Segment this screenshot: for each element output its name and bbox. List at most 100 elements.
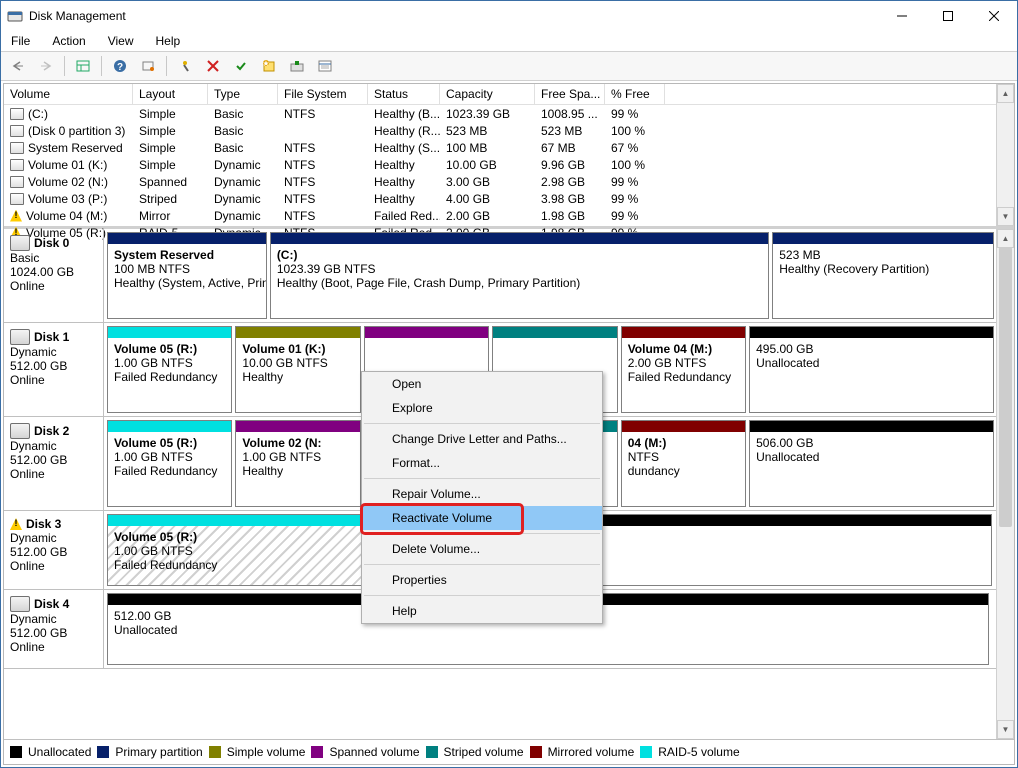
disk-icon — [10, 235, 30, 251]
settings-button[interactable] — [135, 54, 161, 78]
column-header[interactable]: Layout — [133, 84, 208, 104]
volume-row[interactable]: (Disk 0 partition 3)SimpleBasicHealthy (… — [4, 122, 1014, 139]
volume-name: Volume 02 (N:) — [28, 175, 108, 189]
volume-row[interactable]: Volume 02 (N:)SpannedDynamicNTFSHealthy3… — [4, 173, 1014, 190]
partition[interactable]: Volume 02 (N:1.00 GB NTFSHealthy — [235, 420, 360, 507]
attach-vhd-button[interactable] — [284, 54, 310, 78]
context-menu-item[interactable]: Delete Volume... — [362, 537, 602, 561]
volume-row[interactable]: (C:)SimpleBasicNTFSHealthy (B...1023.39 … — [4, 105, 1014, 122]
legend-swatch — [530, 746, 542, 758]
scroll-down-icon[interactable]: ▼ — [997, 207, 1014, 226]
context-menu-item[interactable]: Format... — [362, 451, 602, 475]
volume-list-scrollbar[interactable]: ▲ ▼ — [996, 84, 1014, 226]
scroll-up-icon[interactable]: ▲ — [997, 84, 1014, 103]
context-menu-item[interactable]: Help — [362, 599, 602, 623]
drive-icon — [10, 176, 24, 188]
forward-button[interactable] — [33, 54, 59, 78]
close-button[interactable] — [971, 1, 1017, 31]
disk-header[interactable]: Disk 4Dynamic512.00 GBOnline — [4, 590, 104, 668]
disk-map-scrollbar[interactable]: ▲ ▼ — [996, 229, 1014, 739]
delete-button[interactable] — [200, 54, 226, 78]
volume-name: (Disk 0 partition 3) — [28, 124, 125, 138]
partition-color-cap — [622, 327, 745, 338]
maximize-button[interactable] — [925, 1, 971, 31]
context-menu-item[interactable]: Explore — [362, 396, 602, 420]
column-header[interactable]: File System — [278, 84, 368, 104]
partition[interactable]: Volume 05 (R:)1.00 GB NTFSFailed Redunda… — [107, 420, 232, 507]
legend-label: Simple volume — [227, 745, 306, 759]
partition[interactable]: 523 MBHealthy (Recovery Partition) — [772, 232, 994, 319]
partition-color-cap — [750, 327, 993, 338]
scroll-down-icon[interactable]: ▼ — [997, 720, 1014, 739]
volume-name: Volume 03 (P:) — [28, 192, 107, 206]
partition[interactable]: Volume 04 (M:)2.00 GB NTFSFailed Redunda… — [621, 326, 746, 413]
column-header[interactable]: Volume — [4, 84, 133, 104]
partition[interactable]: 495.00 GBUnallocated — [749, 326, 994, 413]
context-menu-item[interactable]: Reactivate Volume — [362, 506, 602, 530]
partition-color-cap — [271, 233, 768, 244]
column-header[interactable]: Status — [368, 84, 440, 104]
minimize-button[interactable] — [879, 1, 925, 31]
partition-color-cap — [773, 233, 993, 244]
drive-icon — [10, 159, 24, 171]
volume-list-pane: VolumeLayoutTypeFile SystemStatusCapacit… — [4, 84, 1014, 229]
wizard-button[interactable] — [172, 54, 198, 78]
warning-icon — [10, 518, 22, 530]
column-header[interactable]: Free Spa... — [535, 84, 605, 104]
svg-text:?: ? — [117, 62, 123, 73]
disk-header[interactable]: Disk 2Dynamic512.00 GBOnline — [4, 417, 104, 510]
legend-label: Unallocated — [28, 745, 91, 759]
drive-icon — [10, 142, 24, 154]
disk-header[interactable]: Disk 3Dynamic512.00 GBOnline — [4, 511, 104, 589]
scroll-up-icon[interactable]: ▲ — [997, 229, 1014, 248]
disk-row: Disk 0Basic1024.00 GBOnlineSystem Reserv… — [4, 229, 997, 323]
volume-row[interactable]: System ReservedSimpleBasicNTFSHealthy (S… — [4, 139, 1014, 156]
partition[interactable]: Volume 05 (R:)1.00 GB NTFSFailed Redunda… — [107, 514, 387, 586]
back-button[interactable] — [5, 54, 31, 78]
column-header[interactable]: Capacity — [440, 84, 535, 104]
partition[interactable]: Volume 05 (R:)1.00 GB NTFSFailed Redunda… — [107, 326, 232, 413]
volume-row[interactable]: Volume 04 (M:)MirrorDynamicNTFSFailed Re… — [4, 207, 1014, 224]
context-menu-item[interactable]: Open — [362, 372, 602, 396]
volume-name: (C:) — [28, 107, 48, 121]
disk-icon — [10, 329, 30, 345]
legend-swatch — [426, 746, 438, 758]
new-volume-button[interactable]: ★ — [256, 54, 282, 78]
context-menu-item[interactable]: Change Drive Letter and Paths... — [362, 427, 602, 451]
legend-swatch — [209, 746, 221, 758]
volume-row[interactable]: Volume 03 (P:)StripedDynamicNTFSHealthy4… — [4, 190, 1014, 207]
partition-color-cap — [622, 421, 745, 432]
check-button[interactable] — [228, 54, 254, 78]
context-menu-item[interactable]: Properties — [362, 568, 602, 592]
partition[interactable]: (C:)1023.39 GB NTFSHealthy (Boot, Page F… — [270, 232, 769, 319]
drive-icon — [10, 125, 24, 137]
partition-color-cap — [108, 515, 386, 526]
partition[interactable]: System Reserved100 MB NTFSHealthy (Syste… — [107, 232, 267, 319]
scrollbar-thumb[interactable] — [999, 247, 1012, 527]
drive-icon — [10, 108, 24, 120]
volume-row[interactable]: Volume 01 (K:)SimpleDynamicNTFSHealthy10… — [4, 156, 1014, 173]
show-hide-console-button[interactable] — [70, 54, 96, 78]
volume-name: System Reserved — [28, 141, 123, 155]
menu-file[interactable]: File — [7, 32, 34, 50]
legend: Unallocated Primary partition Simple volum… — [4, 739, 1014, 764]
disk-header[interactable]: Disk 1Dynamic512.00 GBOnline — [4, 323, 104, 416]
legend-swatch — [10, 746, 22, 758]
help-button[interactable]: ? — [107, 54, 133, 78]
column-header-row: VolumeLayoutTypeFile SystemStatusCapacit… — [4, 84, 1014, 105]
legend-swatch — [97, 746, 109, 758]
menu-action[interactable]: Action — [48, 32, 89, 50]
menu-help[interactable]: Help — [152, 32, 185, 50]
context-menu-item[interactable]: Repair Volume... — [362, 482, 602, 506]
column-header[interactable]: Type — [208, 84, 278, 104]
partition[interactable]: Volume 01 (K:)10.00 GB NTFSHealthy — [235, 326, 360, 413]
menu-view[interactable]: View — [104, 32, 138, 50]
partition[interactable]: 04 (M:)NTFSdundancy — [621, 420, 746, 507]
column-header[interactable]: % Free — [605, 84, 665, 104]
volume-list: (C:)SimpleBasicNTFSHealthy (B...1023.39 … — [4, 105, 1014, 241]
properties-button[interactable] — [312, 54, 338, 78]
partition[interactable]: 506.00 GBUnallocated — [749, 420, 994, 507]
legend-label: Primary partition — [115, 745, 202, 759]
disk-header[interactable]: Disk 0Basic1024.00 GBOnline — [4, 229, 104, 322]
legend-label: Mirrored volume — [548, 745, 635, 759]
